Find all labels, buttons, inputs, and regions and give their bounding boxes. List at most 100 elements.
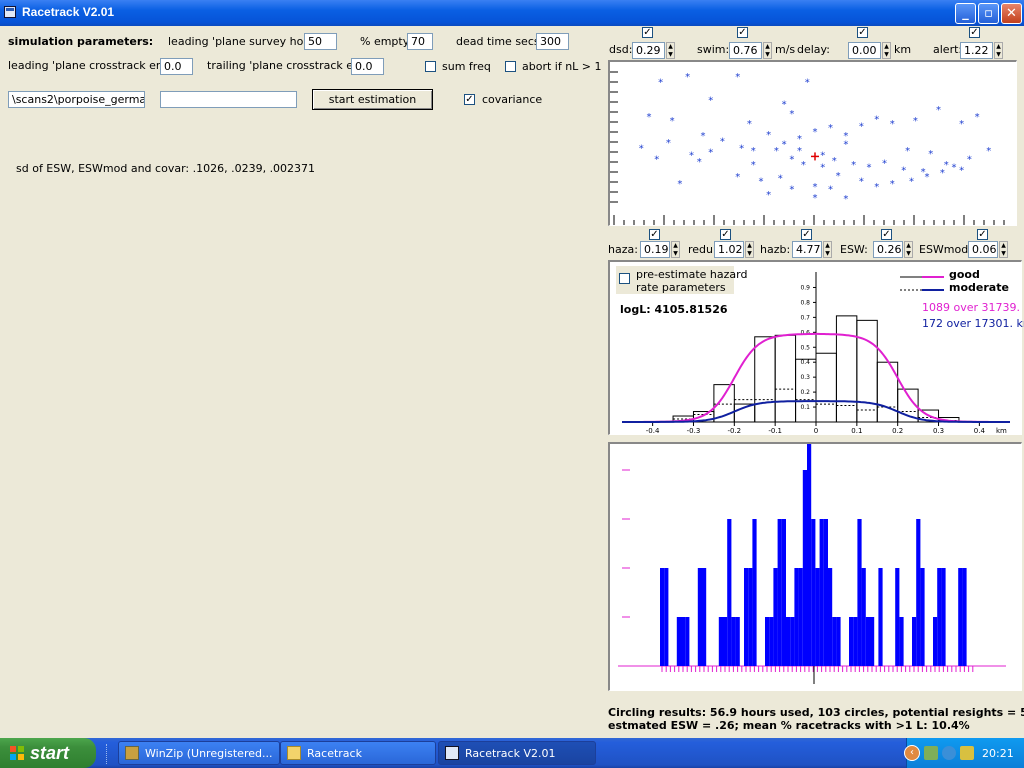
resight-panel: [608, 421, 1022, 691]
top-check-3[interactable]: ✓: [969, 27, 980, 38]
mid-spin-0[interactable]: ▲ ▼: [671, 241, 680, 258]
top-input-0[interactable]: 0.29: [632, 42, 665, 59]
mid-check-1[interactable]: ✓: [720, 229, 731, 240]
mid-input-4[interactable]: 0.06: [968, 241, 998, 258]
dead-time-label: dead time secs:: [456, 35, 544, 48]
scatter-point: *: [670, 116, 675, 127]
hist-x-tick-label: -0.3: [687, 427, 701, 434]
scatter-point: *: [720, 137, 725, 148]
file-path-input[interactable]: \scans2\porpoise_germany: [8, 91, 145, 108]
top-input-3[interactable]: 1.22: [960, 42, 993, 59]
resight-bar: [798, 568, 803, 666]
resight-bar: [895, 568, 900, 666]
hist-x-tick-label: -0.4: [646, 427, 660, 434]
clock[interactable]: 20:21: [982, 747, 1014, 760]
scatter-point: *: [685, 72, 690, 83]
scatter-point: *: [936, 105, 941, 116]
scatter-point: *: [928, 149, 933, 160]
pct-empty-label: % empty:: [360, 35, 413, 48]
scatter-point: *: [959, 119, 964, 130]
mid-input-3[interactable]: 0.26: [873, 241, 903, 258]
sum-freq-checkbox[interactable]: [425, 61, 436, 72]
resight-bar: [718, 617, 723, 666]
network-icon[interactable]: [924, 746, 938, 760]
taskbar-grip[interactable]: [106, 744, 109, 764]
mid-check-0[interactable]: ✓: [649, 229, 660, 240]
top-spin-0[interactable]: ▲ ▼: [666, 42, 675, 59]
trail-cross-input[interactable]: 0.0: [351, 58, 384, 75]
scatter-point: *: [820, 150, 825, 161]
resight-bar: [962, 568, 967, 666]
close-button[interactable]: ✕: [1001, 3, 1022, 24]
scatter-point: *: [739, 143, 744, 154]
scatter-point: *: [789, 154, 794, 165]
pre-estimate-checkbox[interactable]: [619, 273, 630, 284]
mid-input-2[interactable]: 4.77: [792, 241, 822, 258]
mid-check-4[interactable]: ✓: [977, 229, 988, 240]
title-bar[interactable]: [0, 0, 1024, 26]
mid-input-1[interactable]: 1.02: [714, 241, 744, 258]
scatter-point: *: [851, 160, 856, 171]
top-input-2[interactable]: 0.00: [848, 42, 881, 59]
secondary-input[interactable]: [160, 91, 297, 108]
resight-bar: [744, 568, 749, 666]
scatter-point: *: [828, 123, 833, 134]
folder-icon: [287, 746, 301, 760]
maximize-button[interactable]: ▫: [978, 3, 999, 24]
resight-bar: [933, 617, 938, 666]
scatter-point: *: [758, 176, 763, 187]
resight-bar: [769, 617, 774, 666]
survey-hours-input[interactable]: 50: [304, 33, 337, 50]
scatter-point: *: [778, 174, 783, 185]
mid-spin-3[interactable]: ▲ ▼: [904, 241, 913, 258]
app-icon[interactable]: [4, 6, 16, 18]
summary-line-2: estmated ESW = .26; mean % racetracks wi…: [608, 719, 970, 732]
mid-spin-1[interactable]: ▲ ▼: [745, 241, 754, 258]
minimize-button[interactable]: _: [955, 3, 976, 24]
security-icon[interactable]: [942, 746, 956, 760]
mid-spin-2[interactable]: ▲ ▼: [823, 241, 832, 258]
top-spin-2[interactable]: ▲ ▼: [882, 42, 891, 59]
mid-check-3[interactable]: ✓: [881, 229, 892, 240]
task-racetrack-folder[interactable]: Racetrack: [280, 741, 436, 765]
start-estimation-button[interactable]: start estimation: [312, 89, 433, 110]
tray-expand-icon[interactable]: ‹: [904, 745, 920, 761]
sum-freq-label: sum freq: [442, 60, 491, 73]
resight-bar: [819, 519, 824, 666]
mid-spin-4[interactable]: ▲ ▼: [999, 241, 1008, 258]
dead-time-input[interactable]: 300: [536, 33, 569, 50]
top-check-2[interactable]: ✓: [857, 27, 868, 38]
task-racetrack-app[interactable]: Racetrack V2.01: [438, 741, 596, 765]
scatter-point: *: [874, 115, 879, 126]
task-app-label: Racetrack V2.01: [465, 747, 556, 760]
resight-bar: [899, 617, 904, 666]
scatter-point: *: [697, 157, 702, 168]
app-window-icon: [445, 746, 459, 760]
drive-icon[interactable]: [960, 746, 974, 760]
hist-y-tick-label: 0.8: [800, 299, 810, 306]
resight-bar: [870, 617, 875, 666]
hist-y-tick-label: 0.7: [800, 314, 810, 321]
good-summary: 1089 over 31739.: [922, 301, 1021, 314]
abort-checkbox[interactable]: [505, 61, 516, 72]
params-heading: simulation parameters:: [8, 35, 154, 48]
pct-empty-input[interactable]: 70: [407, 33, 433, 50]
task-winzip[interactable]: WinZip (Unregistered...: [118, 741, 280, 765]
mid-input-0[interactable]: 0.19: [640, 241, 670, 258]
top-spin-1[interactable]: ▲ ▼: [763, 42, 772, 59]
covariance-checkbox[interactable]: ✓: [464, 94, 475, 105]
hist-y-tick-label: 0.5: [800, 344, 810, 351]
lead-cross-input[interactable]: 0.0: [160, 58, 193, 75]
scatter-point: *: [986, 146, 991, 157]
scatter-point: *: [708, 96, 713, 107]
top-spin-3[interactable]: ▲ ▼: [994, 42, 1003, 59]
good-bar: [754, 336, 776, 423]
scatter-point: *: [882, 159, 887, 170]
resight-bar: [828, 568, 833, 666]
mid-check-2[interactable]: ✓: [801, 229, 812, 240]
top-input-1[interactable]: 0.76: [729, 42, 762, 59]
top-check-1[interactable]: ✓: [737, 27, 748, 38]
hist-x-tick-label: 0.3: [933, 427, 944, 434]
scatter-point: *: [859, 122, 864, 133]
top-check-0[interactable]: ✓: [642, 27, 653, 38]
